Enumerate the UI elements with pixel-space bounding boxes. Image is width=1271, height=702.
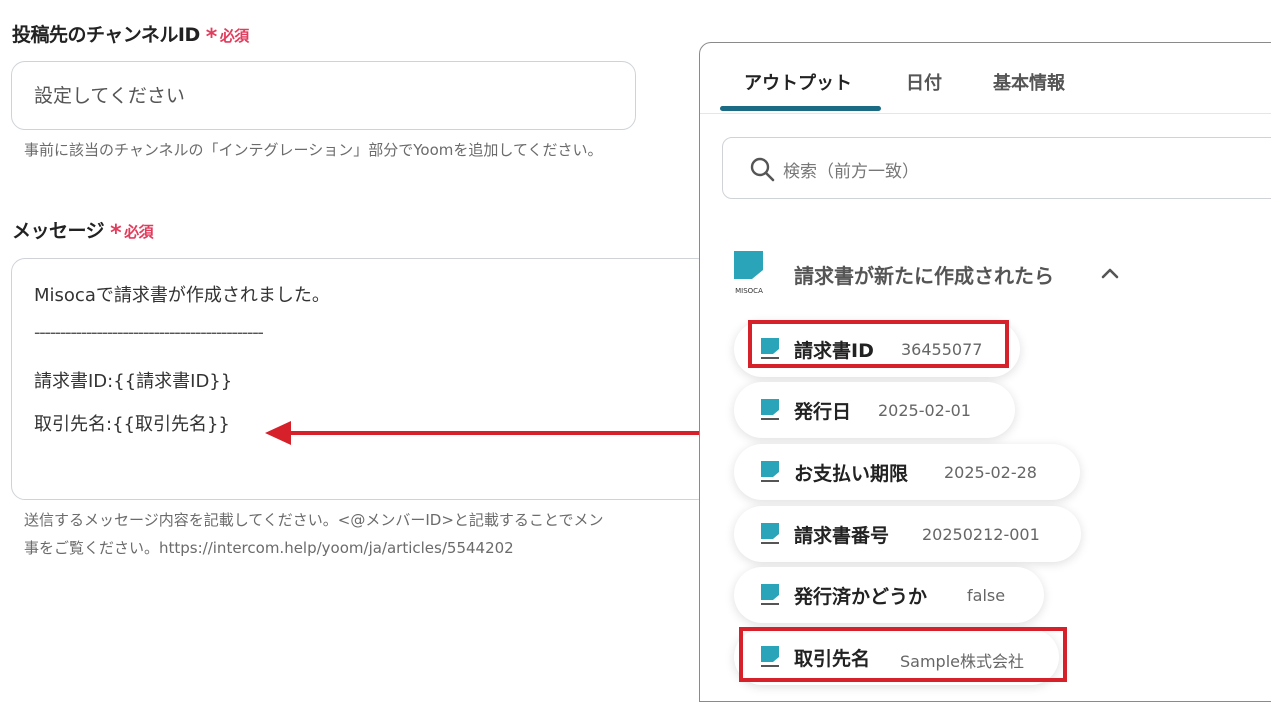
message-label-text: メッセージ xyxy=(12,220,105,242)
highlight-box-client-name xyxy=(739,627,1067,682)
output-item-invoice-number[interactable]: 請求書番号 20250212-001 xyxy=(734,506,1081,562)
message-textarea[interactable]: Misocaで請求書が作成されました。 --------------------… xyxy=(11,258,711,500)
misoca-logo-text: MISOCA xyxy=(735,287,763,295)
output-item-payment-due[interactable]: お支払い期限 2025-02-28 xyxy=(734,444,1080,500)
tab-output[interactable]: アウトプット xyxy=(744,69,852,95)
message-help-line-1: 送信するメッセージ内容を記載してください。<@メンバーID>と記載することでメン xyxy=(24,511,604,529)
channel-id-help-text: 事前に該当のチャンネルの「インテグレーション」部分でYoomを追加してください。 xyxy=(24,141,603,159)
misoca-logo: MISOCA xyxy=(734,251,763,295)
required-text: 必須 xyxy=(219,27,250,45)
highlight-box-invoice-id xyxy=(748,320,1009,368)
output-panel: アウトプット 日付 基本情報 検索（前方一致） MISOCA 請求書が新たに作成… xyxy=(699,42,1271,702)
channel-id-placeholder: 設定してください xyxy=(34,85,185,107)
message-line-1: Misocaで請求書が作成されました。 xyxy=(34,285,330,306)
output-item-value: false xyxy=(967,586,1006,605)
required-text: 必須 xyxy=(124,223,154,241)
output-item-label: 発行済かどうか xyxy=(794,586,928,608)
output-item-value: 20250212-001 xyxy=(922,525,1040,544)
chevron-up-icon[interactable] xyxy=(1100,263,1120,283)
group-title: 請求書が新たに作成されたら xyxy=(794,264,1054,288)
active-tab-indicator xyxy=(720,106,881,111)
output-item-issue-date[interactable]: 発行日 2025-02-01 xyxy=(734,382,1015,438)
output-item-label: 発行日 xyxy=(794,401,852,423)
tab-basic-info[interactable]: 基本情報 xyxy=(993,69,1065,95)
channel-id-input[interactable]: 設定してください xyxy=(11,61,636,130)
message-label: メッセージ * 必須 xyxy=(12,216,154,246)
misoca-icon xyxy=(761,523,779,544)
channel-id-label: 投稿先のチャンネルID * 必須 xyxy=(12,20,250,50)
search-placeholder: 検索（前方一致） xyxy=(783,162,919,182)
misoca-icon xyxy=(761,399,779,420)
output-item-label: 請求書番号 xyxy=(794,525,890,547)
message-line-invoice-id: 請求書ID:{{請求書ID}} xyxy=(34,371,233,392)
output-item-issued-flag[interactable]: 発行済かどうか false xyxy=(734,567,1044,623)
misoca-icon xyxy=(761,461,779,482)
annotation-arrow-head xyxy=(265,421,291,445)
channel-id-label-text: 投稿先のチャンネルID xyxy=(12,24,200,46)
tab-date[interactable]: 日付 xyxy=(906,69,942,95)
message-help-line-2: 事をご覧ください。https://intercom.help/yoom/ja/a… xyxy=(24,539,514,557)
message-separator: ----------------------------------------… xyxy=(34,322,264,343)
annotation-arrow-line xyxy=(284,431,731,435)
required-mark: * xyxy=(205,25,218,50)
output-item-label: お支払い期限 xyxy=(794,463,909,485)
required-mark: * xyxy=(110,221,122,246)
panel-tabs: アウトプット 日付 基本情報 xyxy=(700,43,1271,114)
search-input[interactable]: 検索（前方一致） xyxy=(722,137,1271,199)
group-header-invoice-created[interactable]: MISOCA 請求書が新たに作成されたら xyxy=(732,249,1232,299)
output-item-value: 2025-02-01 xyxy=(878,401,971,420)
message-line-client-name: 取引先名:{{取引先名}} xyxy=(34,414,230,435)
misoca-icon xyxy=(761,584,779,605)
output-item-value: 2025-02-28 xyxy=(944,463,1037,482)
search-icon xyxy=(750,157,775,182)
